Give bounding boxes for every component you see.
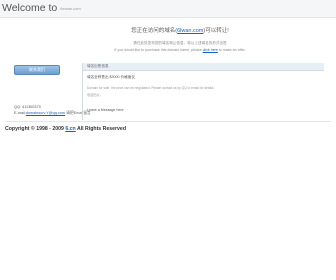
sale-info-detail: Domain for sale, the price can be negoti…	[87, 86, 215, 90]
site-title: Welcome to 6ewan.com	[2, 2, 81, 14]
footer-link[interactable]: 6.cn	[65, 126, 75, 132]
click-here-link[interactable]: click here	[203, 48, 218, 52]
header-bar: Welcome to 6ewan.com	[0, 0, 336, 18]
notice-main: 您正在访问的域名(6lwan.com)可以转让!	[60, 26, 300, 34]
copyright-prefix: Copyright © 1998 - 2009	[5, 126, 66, 132]
notice-prefix: 您正在访问的域名(	[131, 28, 178, 34]
email-label: E-mail:	[14, 111, 26, 115]
leave-message-text: Leave a Message here	[87, 108, 124, 112]
sale-notice: 您正在访问的域名(6lwan.com)可以转让! 请在此处发布您的域名转让信息，…	[60, 26, 300, 52]
contact-button[interactable]: 联系我们	[14, 65, 60, 75]
notice-sub2-suffix: to make an offer.	[217, 48, 246, 52]
small-domain-text: 6ewan.com	[60, 5, 81, 11]
copyright-suffix: All Rights Reserved	[75, 126, 126, 132]
contact-panel: 联系我们 QQ: 411300379 E-mail:domainsurv.Y@q…	[14, 63, 91, 120]
notice-suffix: )可以转让!	[203, 28, 229, 34]
sale-info-body: 域名全称售出 $3000 价格面议 Domain for sale, the p…	[83, 71, 324, 119]
sale-info-line: 域名全称售出 $3000 价格面议	[87, 75, 135, 79]
qq-number: QQ: 411300379	[14, 105, 41, 109]
sale-info-header: 域名出售信息	[83, 63, 324, 71]
copyright-footer: Copyright © 1998 - 2009 6.cn All Rights …	[5, 126, 126, 132]
notice-sub2-prefix: If you would like to purchase this domai…	[114, 48, 203, 52]
email-line: E-mail:domainsurv.Y@qq.com 请把Email留言	[14, 111, 91, 116]
page: Welcome to 6ewan.com 您正在访问的域名(6lwan.com)可…	[0, 0, 336, 280]
welcome-text: Welcome to	[2, 2, 58, 14]
sale-info-detail-2: 欢迎出价。	[87, 93, 103, 97]
content-area: 联系我们 QQ: 411300379 E-mail:domainsurv.Y@q…	[14, 63, 324, 120]
sale-info-panel: 域名出售信息 域名全称售出 $3000 价格面议 Domain for sale…	[82, 63, 324, 120]
notice-sub-english: If you would like to purchase this domai…	[60, 48, 300, 52]
domain-link[interactable]: 6lwan.com	[177, 28, 203, 34]
notice-sub: 请在此处发布您的域名转让信息，将以上述域名的形式出售	[133, 41, 227, 45]
footer-divider	[5, 121, 331, 122]
email-link[interactable]: domainsurv.Y@qq.com	[26, 111, 65, 115]
